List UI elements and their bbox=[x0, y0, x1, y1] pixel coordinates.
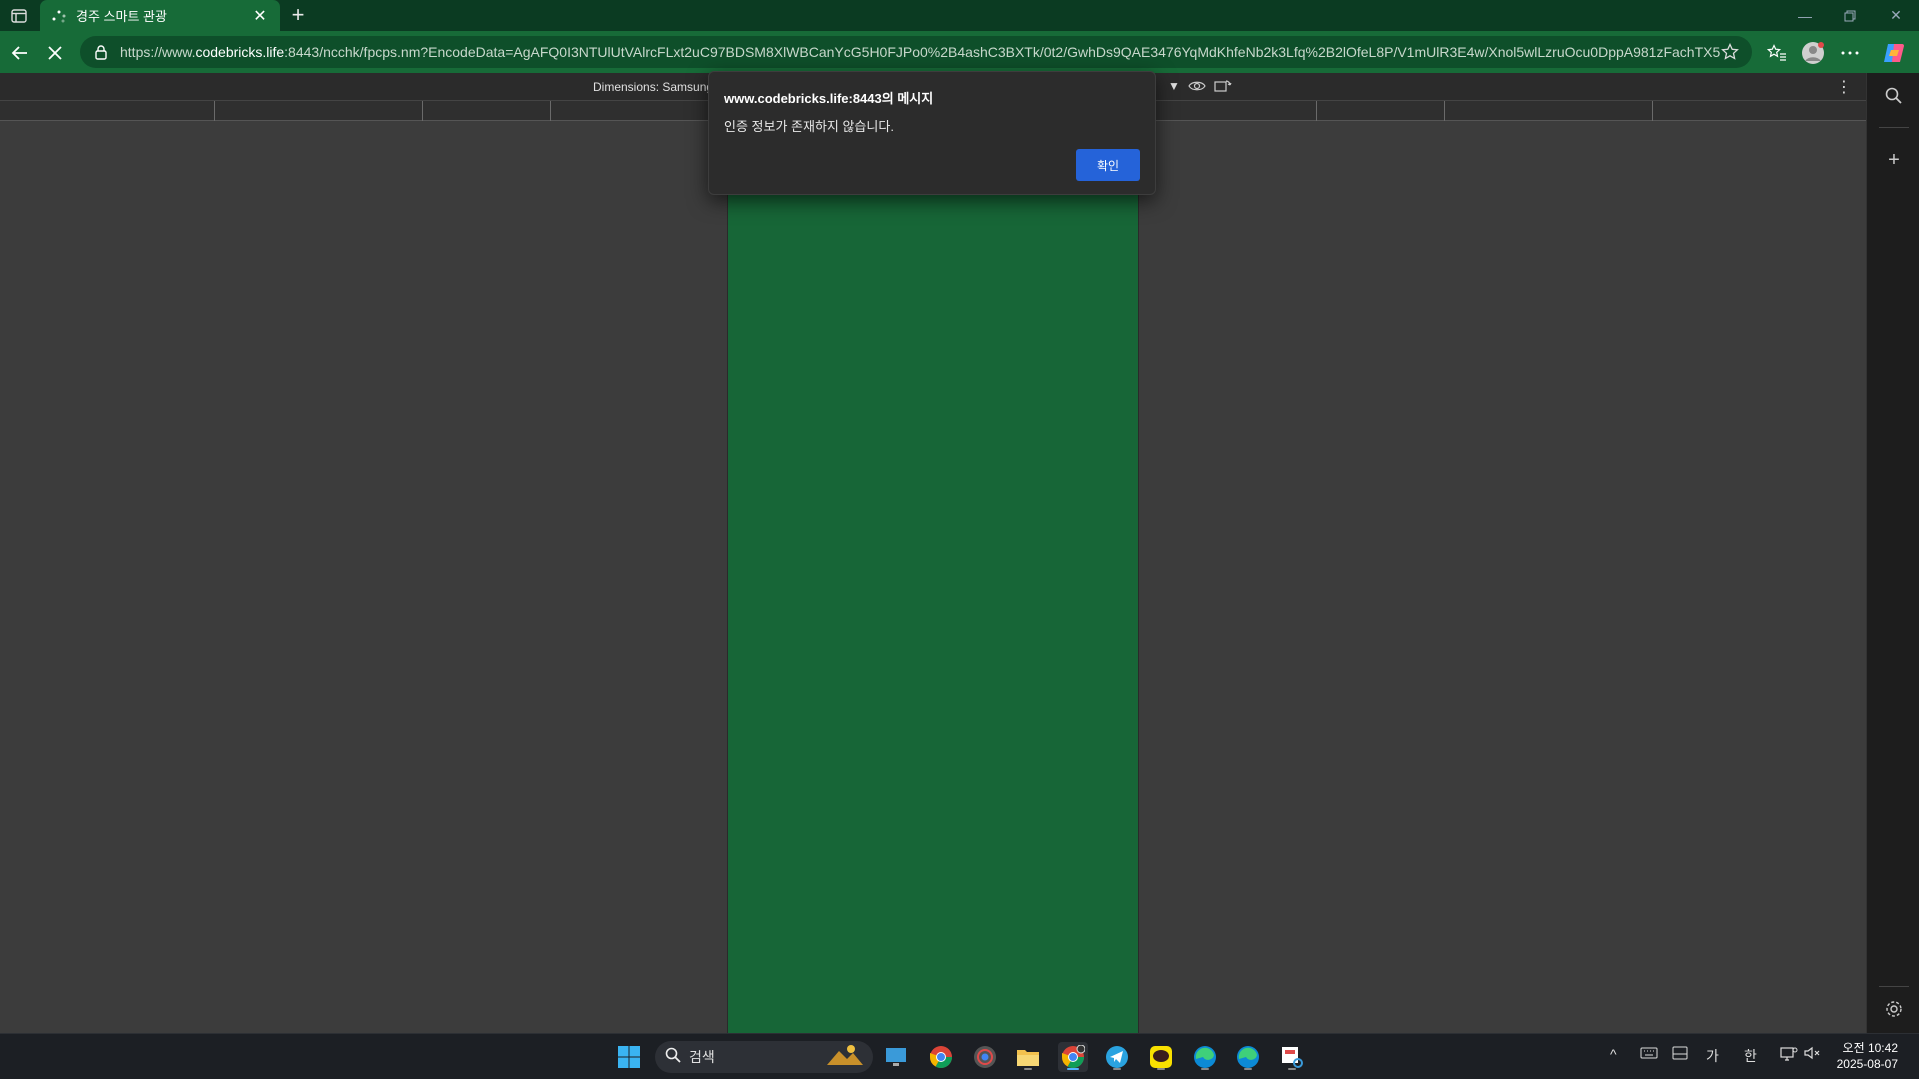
close-tab-icon[interactable]: ✕ bbox=[250, 6, 270, 26]
snipping-tool-icon[interactable] bbox=[1277, 1042, 1307, 1072]
network-icon[interactable] bbox=[1780, 1046, 1798, 1065]
copilot-icon[interactable] bbox=[1882, 41, 1906, 65]
taskbar-search[interactable]: 검색 bbox=[655, 1041, 873, 1073]
device-more-icon[interactable]: ⋮ bbox=[1836, 77, 1852, 97]
search-icon bbox=[665, 1047, 681, 1068]
volume-muted-icon[interactable] bbox=[1804, 1046, 1822, 1063]
search-icon[interactable] bbox=[1883, 85, 1905, 107]
eye-icon[interactable] bbox=[1188, 78, 1206, 94]
file-explorer-icon[interactable] bbox=[1013, 1042, 1043, 1072]
address-bar[interactable]: https://www.codebricks.life:8443/ncchk/f… bbox=[80, 36, 1752, 68]
system-clock[interactable]: 오전 10:42 2025-08-07 bbox=[1828, 1040, 1898, 1072]
keyboard-icon[interactable] bbox=[1640, 1046, 1658, 1062]
profile-avatar-icon[interactable] bbox=[1801, 41, 1825, 65]
stop-loading-icon[interactable] bbox=[42, 40, 68, 66]
windows-taskbar: 검색 ^ 가 한 오전 10:42 2025-08-07 bbox=[0, 1033, 1919, 1079]
dialog-message: 인증 정보가 존재하지 않습니다. bbox=[724, 119, 894, 134]
new-tab-icon[interactable]: + bbox=[286, 4, 310, 28]
loading-icon bbox=[50, 7, 68, 25]
favorite-star-icon[interactable] bbox=[1720, 42, 1740, 62]
minimize-icon[interactable]: — bbox=[1783, 0, 1827, 31]
edge-alt-icon[interactable] bbox=[1233, 1042, 1263, 1072]
settings-gear-icon[interactable] bbox=[1883, 998, 1905, 1020]
favorites-icon[interactable] bbox=[1765, 41, 1789, 65]
show-hidden-icons-icon[interactable]: ^ bbox=[1610, 1046, 1617, 1062]
close-window-icon[interactable]: ✕ bbox=[1874, 0, 1918, 31]
desktop-app-icon[interactable] bbox=[881, 1042, 911, 1072]
start-icon[interactable] bbox=[614, 1042, 644, 1072]
url-text[interactable]: https://www.codebricks.life:8443/ncchk/f… bbox=[120, 44, 1720, 60]
search-highlight-icon bbox=[825, 1043, 865, 1072]
dropdown-arrow-icon[interactable]: ▼ bbox=[1168, 79, 1180, 93]
touch-keyboard-icon[interactable] bbox=[1672, 1046, 1688, 1063]
clock-time: 오전 10:42 bbox=[1842, 1041, 1898, 1055]
page-viewport bbox=[0, 121, 1866, 1033]
active-tab[interactable]: 경주 스마트 관광 ✕ bbox=[40, 0, 280, 31]
ime-mode-ga[interactable]: 가 bbox=[1706, 1046, 1719, 1066]
restore-icon[interactable] bbox=[1828, 0, 1872, 31]
chrome-active-icon[interactable] bbox=[1058, 1042, 1088, 1072]
alert-dialog: www.codebricks.life:8443의 메시지 인증 정보가 존재하… bbox=[708, 71, 1156, 195]
browser-toolbar: https://www.codebricks.life:8443/ncchk/f… bbox=[0, 31, 1919, 73]
chrome-alt-icon[interactable] bbox=[970, 1042, 1000, 1072]
search-placeholder: 검색 bbox=[689, 1049, 715, 1065]
clock-date: 2025-08-07 bbox=[1836, 1057, 1898, 1071]
chrome-icon[interactable] bbox=[926, 1042, 956, 1072]
kakaotalk-icon[interactable] bbox=[1146, 1042, 1176, 1072]
device-screen bbox=[727, 121, 1139, 1033]
title-bar: 경주 스마트 관광 ✕ + — ✕ bbox=[0, 0, 1919, 31]
telegram-icon[interactable] bbox=[1102, 1042, 1132, 1072]
back-icon[interactable] bbox=[7, 40, 33, 66]
edge-sidebar: + bbox=[1866, 73, 1919, 1033]
add-icon[interactable]: + bbox=[1883, 149, 1905, 171]
rotate-icon[interactable] bbox=[1214, 78, 1232, 94]
ime-mode-han[interactable]: 한 bbox=[1744, 1046, 1757, 1066]
ok-button[interactable]: 확인 bbox=[1076, 149, 1140, 181]
dimensions-dropdown[interactable]: Dimensions: Samsung bbox=[593, 80, 713, 94]
more-options-icon[interactable] bbox=[1838, 41, 1862, 65]
tab-title: 경주 스마트 관광 bbox=[76, 9, 167, 24]
edge-icon[interactable] bbox=[1190, 1042, 1220, 1072]
lock-icon[interactable] bbox=[92, 43, 110, 61]
tab-actions-icon[interactable] bbox=[8, 6, 30, 26]
dialog-title: www.codebricks.life:8443의 메시지 bbox=[724, 91, 934, 106]
